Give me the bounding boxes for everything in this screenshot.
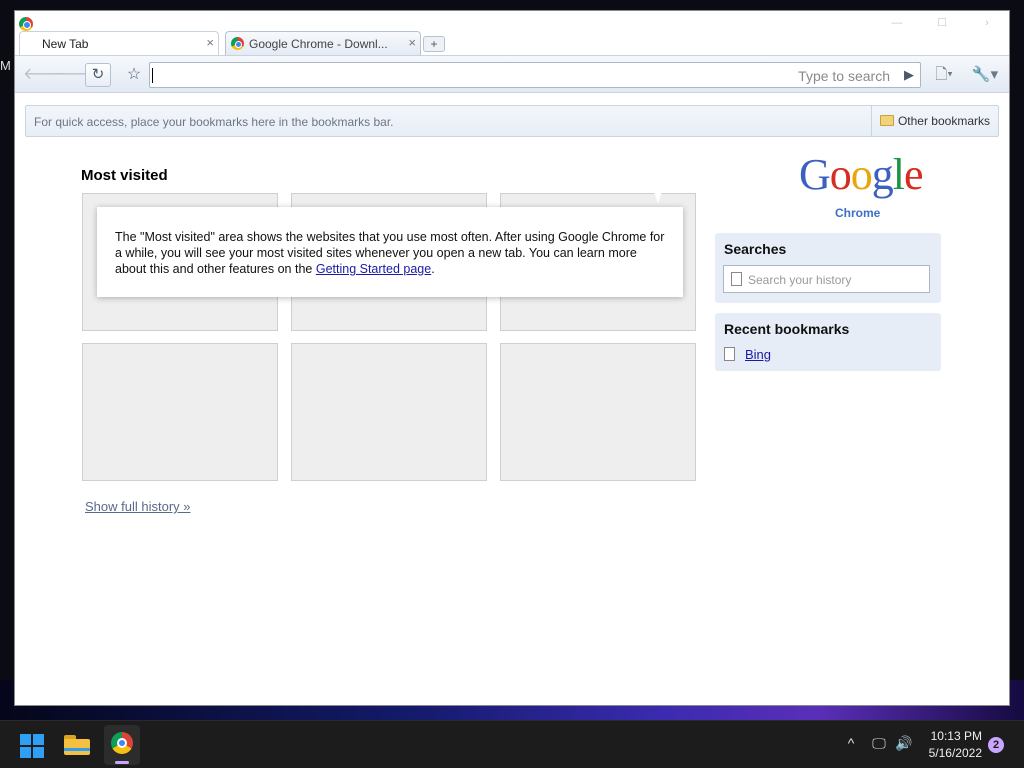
show-hidden-icons-chevron-icon[interactable]: ^: [842, 735, 860, 753]
start-button[interactable]: [20, 734, 44, 758]
close-window-icon[interactable]: ›: [977, 15, 997, 31]
active-app-indicator: [115, 761, 129, 764]
tab-google-chrome-download[interactable]: Google Chrome - Downl... ×: [225, 31, 421, 55]
bookmarks-bar: For quick access, place your bookmarks h…: [25, 105, 999, 137]
document-icon: [731, 272, 742, 286]
text-caret: [152, 68, 153, 83]
most-visited-info-tooltip: The "Most visited" area shows the websit…: [97, 207, 683, 297]
network-icon[interactable]: 🖵: [870, 735, 888, 753]
minimize-icon[interactable]: —: [887, 15, 907, 31]
search-history-input[interactable]: Search your history: [723, 265, 930, 293]
document-icon: [724, 347, 735, 361]
show-full-history-link[interactable]: Show full history »: [85, 499, 191, 514]
title-bar: New Tab × Google Chrome - Downl... × + —…: [15, 11, 1009, 55]
most-visited-thumbnail[interactable]: [82, 343, 278, 481]
address-bar[interactable]: Type to search ▶: [149, 62, 921, 88]
forward-button[interactable]: 🡒: [51, 63, 94, 87]
bookmarks-bar-hint: For quick access, place your bookmarks h…: [34, 115, 394, 129]
windows-logo-icon: [20, 734, 31, 745]
wrench-icon: 🔧▾: [971, 66, 999, 83]
browser-window: New Tab × Google Chrome - Downl... × + —…: [14, 10, 1010, 706]
clock-date[interactable]: 5/16/2022: [922, 746, 982, 760]
page-icon: 🗋▾: [935, 66, 953, 83]
most-visited-thumbnail[interactable]: [500, 343, 696, 481]
file-explorer-button[interactable]: [64, 735, 90, 755]
taskbar: ^ 🖵 🔊 10:13 PM 5/16/2022 2: [0, 720, 1024, 768]
bing-bookmark-link[interactable]: Bing: [745, 347, 771, 362]
star-icon: ☆: [126, 66, 142, 83]
bookmark-star-button[interactable]: ☆: [121, 63, 147, 87]
go-arrow-icon[interactable]: ▶: [904, 67, 914, 83]
notification-badge[interactable]: 2: [988, 737, 1004, 753]
new-tab-button[interactable]: +: [423, 36, 445, 52]
recent-bookmarks-panel: Recent bookmarks Bing: [715, 313, 941, 371]
navigation-toolbar: 🡐 🡒 ↻ ☆ Type to search ▶ 🗋▾ 🔧▾: [15, 55, 1009, 93]
close-tab-icon[interactable]: ×: [408, 35, 416, 50]
volume-icon[interactable]: 🔊: [894, 735, 914, 753]
omnibox-hint: Type to search: [798, 68, 890, 84]
clock-time[interactable]: 10:13 PM: [926, 729, 982, 743]
reload-icon: ↻: [91, 66, 105, 83]
wrench-menu-button[interactable]: 🔧▾: [969, 63, 1001, 87]
getting-started-link[interactable]: Getting Started page: [316, 262, 431, 276]
google-logo: Google: [799, 150, 924, 199]
new-tab-page: Most visited The "Most visited" area sho…: [15, 139, 1009, 705]
search-history-placeholder: Search your history: [748, 273, 852, 287]
reload-button[interactable]: ↻: [85, 63, 111, 87]
maximize-icon[interactable]: ☐: [932, 15, 952, 31]
chrome-logo-subtitle: Chrome: [835, 206, 881, 220]
most-visited-thumbnail[interactable]: [291, 343, 487, 481]
other-bookmarks-button[interactable]: Other bookmarks: [870, 106, 992, 136]
chrome-taskbar-button[interactable]: [104, 725, 140, 765]
most-visited-heading: Most visited: [81, 167, 168, 184]
mouse-cursor-icon: [652, 186, 664, 204]
searches-panel: Searches Search your history: [715, 233, 941, 303]
page-menu-button[interactable]: 🗋▾: [929, 63, 959, 87]
other-bookmarks-label: Other bookmarks: [897, 114, 990, 128]
chrome-app-icon[interactable]: [19, 17, 33, 31]
searches-heading: Searches: [724, 241, 787, 257]
folder-icon: [879, 115, 894, 126]
chrome-icon: [111, 732, 133, 754]
back-button[interactable]: 🡐: [23, 63, 66, 87]
tooltip-text-end: .: [431, 262, 435, 276]
close-tab-icon[interactable]: ×: [206, 35, 214, 50]
tab-title: Google Chrome - Downl...: [249, 37, 388, 51]
chrome-favicon-icon: [231, 37, 244, 50]
desktop-edge-text: M: [0, 58, 11, 73]
recent-bookmarks-heading: Recent bookmarks: [724, 321, 850, 337]
tab-title: New Tab: [42, 37, 89, 51]
tab-new-tab[interactable]: New Tab ×: [19, 31, 219, 55]
